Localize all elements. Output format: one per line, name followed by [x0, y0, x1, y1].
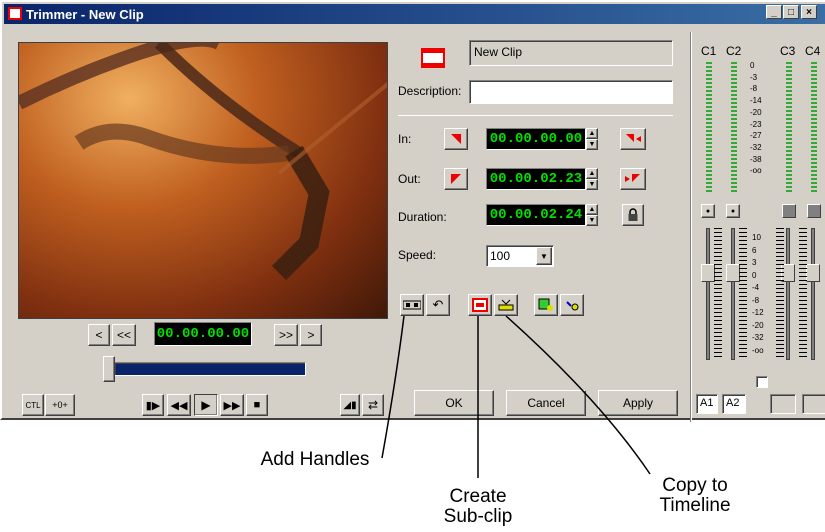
annotation-copy-to-timeline: Copy to Timeline	[659, 475, 731, 516]
annotation-add-handles: Add Handles	[260, 449, 370, 470]
callout-lines	[381, 315, 651, 478]
annotation-create-subclip: Create Sub-clip	[443, 486, 513, 527]
